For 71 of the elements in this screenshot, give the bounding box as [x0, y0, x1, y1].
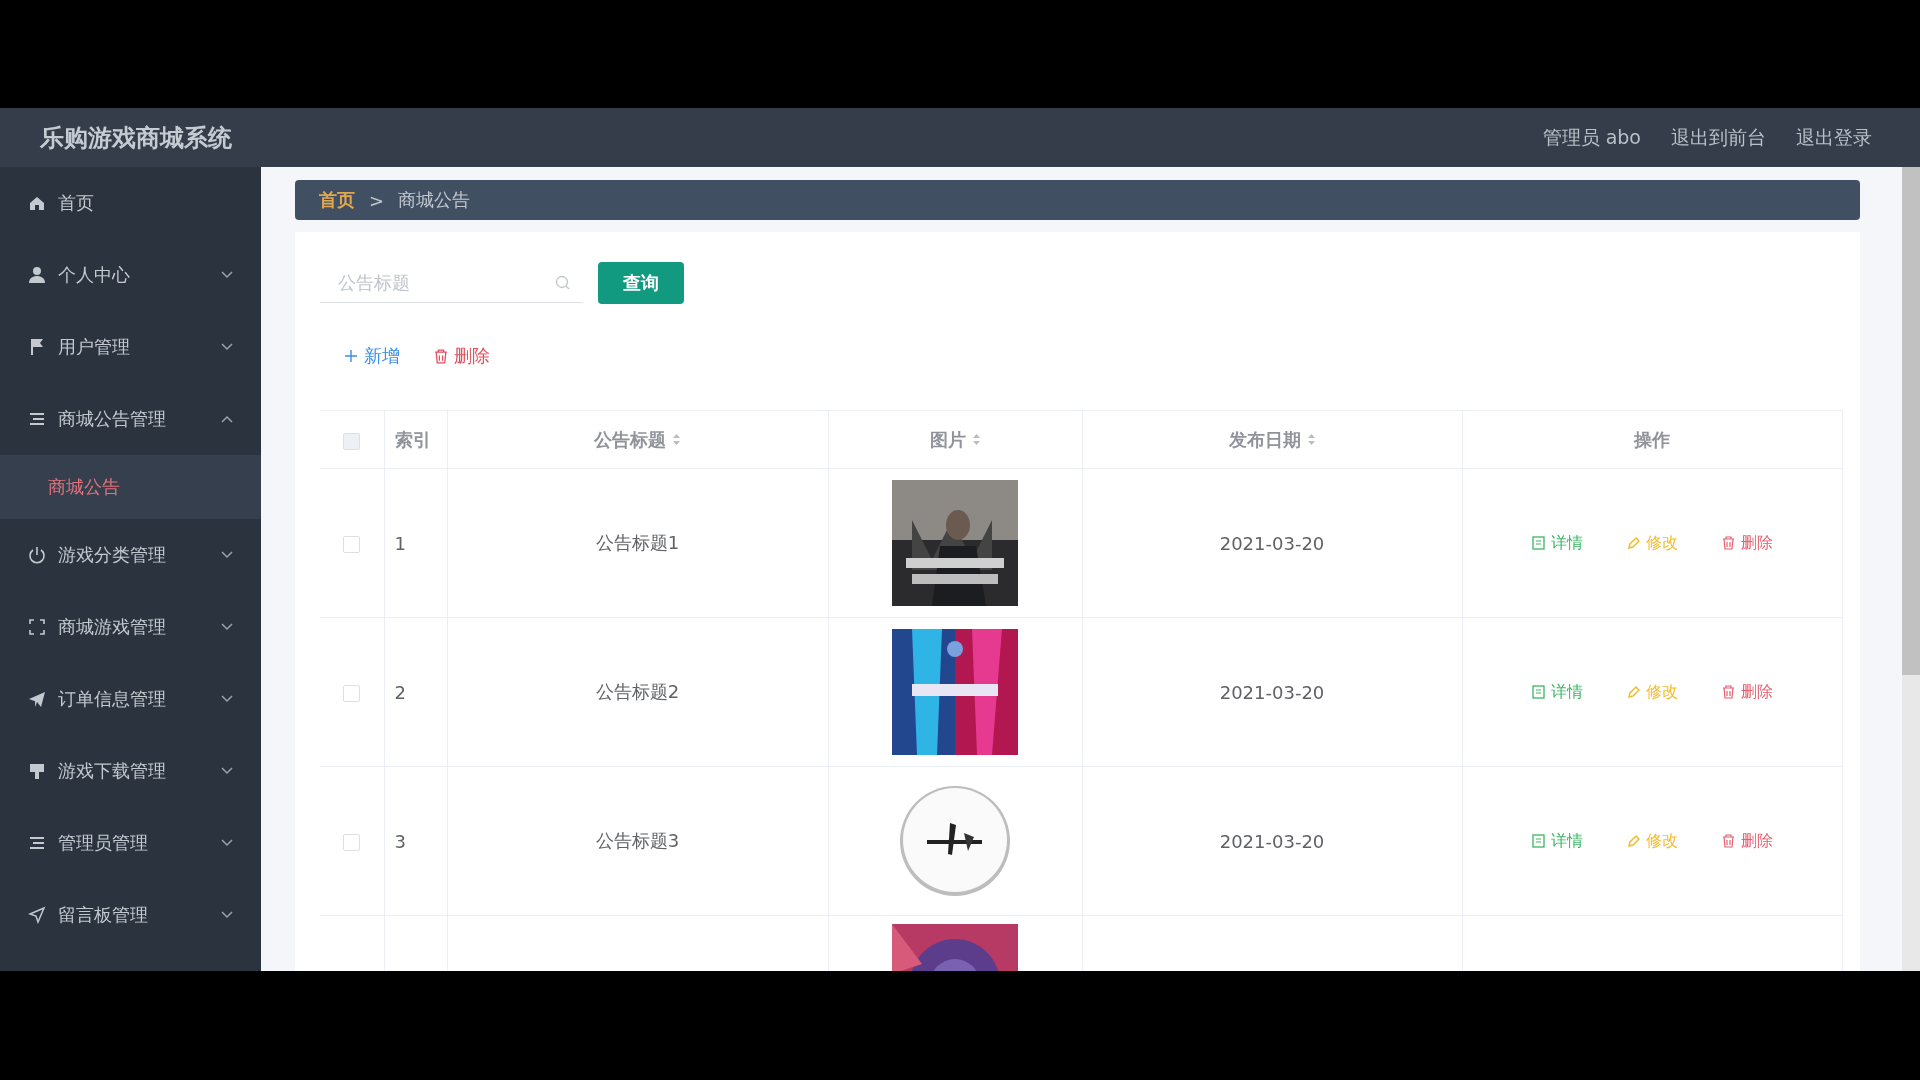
table-cell: 2021-03-20: [1219, 532, 1325, 554]
pencil-icon: [1626, 834, 1640, 848]
details-button[interactable]: 详情: [1531, 681, 1583, 703]
sidebar-subitem[interactable]: 商城公告: [0, 455, 261, 519]
trash-icon: [1721, 685, 1735, 699]
sidebar-item[interactable]: 游戏分类管理: [0, 519, 261, 591]
sidebar-item[interactable]: 用户管理: [0, 311, 261, 383]
menu-icon: [28, 410, 46, 428]
table-cell: 2: [394, 681, 406, 703]
sidebar-item[interactable]: 游戏下载管理: [0, 735, 261, 807]
stand-icon: [28, 762, 46, 780]
details-button[interactable]: 详情: [1531, 532, 1583, 554]
navigation-icon: [28, 906, 46, 924]
delete-button[interactable]: 删除: [1721, 532, 1773, 554]
column-header: 操作: [1634, 427, 1670, 452]
app-title: 乐购游戏商城系统: [40, 122, 232, 154]
document-icon: [1531, 536, 1545, 550]
sidebar-item[interactable]: 订单信息管理: [0, 663, 261, 735]
header-link[interactable]: 管理员 abo: [1542, 124, 1641, 151]
delete-button[interactable]: 删除: [430, 340, 494, 372]
breadcrumb-separator: >: [369, 189, 385, 211]
select-all-checkbox[interactable]: [343, 432, 361, 450]
table-cell: 2021-03-20: [1219, 681, 1325, 703]
row-checkbox[interactable]: [343, 536, 361, 553]
trash-icon: [1721, 536, 1735, 550]
frame-icon: [28, 618, 46, 636]
table-cell: 3: [394, 830, 406, 852]
table-cell: 2021-03-20: [1219, 830, 1325, 852]
home-icon: [28, 194, 46, 212]
row-checkbox[interactable]: [343, 834, 361, 851]
paper-plane-icon: [28, 690, 46, 708]
plus-icon: [344, 349, 358, 363]
table-cell: 1: [394, 532, 406, 554]
details-button[interactable]: 详情: [1531, 830, 1583, 852]
scrollbar-thumb[interactable]: [1902, 167, 1920, 675]
sort-icon: [971, 433, 981, 446]
sidebar-item[interactable]: 商城游戏管理: [0, 591, 261, 663]
table-cell: 公告标题1: [595, 532, 680, 553]
header-link[interactable]: 退出到前台: [1671, 124, 1766, 151]
flag-icon: [28, 338, 46, 356]
row-checkbox[interactable]: [343, 685, 361, 702]
sort-icon: [1306, 433, 1316, 446]
trash-icon: [1721, 834, 1735, 848]
breadcrumb-current: 商城公告: [398, 188, 471, 212]
column-header[interactable]: 公告标题: [594, 427, 681, 452]
column-header: 索引: [394, 427, 431, 452]
pencil-icon: [1626, 536, 1640, 550]
sidebar-item[interactable]: 管理员管理: [0, 807, 261, 879]
delete-button[interactable]: 删除: [1721, 830, 1773, 852]
column-header[interactable]: 发布日期: [1228, 427, 1316, 452]
search-icon: [555, 275, 571, 291]
table-cell: 公告标题3: [595, 830, 680, 851]
document-icon: [1531, 834, 1545, 848]
table-cell: 公告标题2: [595, 681, 680, 702]
menu-icon: [28, 834, 46, 852]
sidebar-item[interactable]: 留言板管理: [0, 879, 261, 951]
delete-button[interactable]: 删除: [1721, 681, 1773, 703]
query-button[interactable]: 查询: [598, 262, 684, 304]
pencil-icon: [1626, 685, 1640, 699]
add-button[interactable]: 新增: [340, 340, 404, 372]
sort-icon: [672, 433, 681, 446]
sidebar-item[interactable]: 个人中心: [0, 239, 261, 311]
power-icon: [28, 546, 46, 564]
breadcrumb-link[interactable]: 首页: [319, 188, 355, 212]
user-icon: [28, 266, 46, 284]
sidebar-item[interactable]: 商城公告管理: [0, 383, 261, 455]
document-icon: [1531, 685, 1545, 699]
trash-icon: [434, 348, 448, 364]
sidebar-item[interactable]: 首页: [0, 167, 261, 239]
header-link[interactable]: 退出登录: [1796, 124, 1872, 151]
column-header[interactable]: 图片: [929, 427, 981, 452]
